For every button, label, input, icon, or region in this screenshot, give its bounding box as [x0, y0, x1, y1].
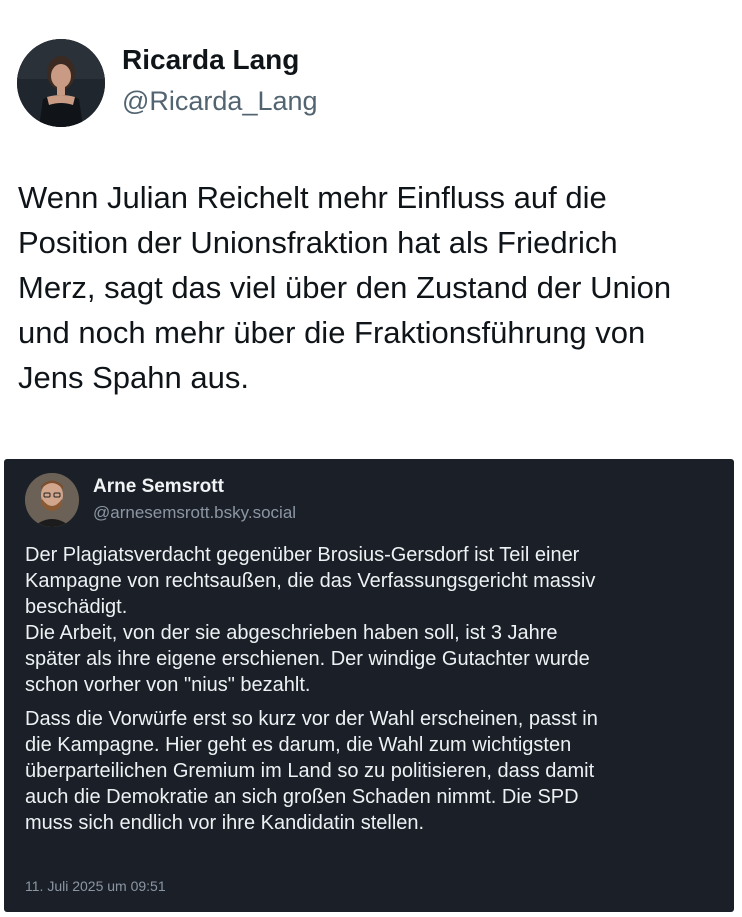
tweet: Ricarda Lang @Ricarda_Lang Wenn Julian R… [0, 0, 742, 917]
tweet-text-line: Wenn Julian Reichelt mehr Einfluss auf d… [18, 180, 607, 215]
quoted-text-line: Die Arbeit, von der sie abgeschrieben ha… [25, 622, 558, 644]
quoted-author-avatar [25, 473, 79, 527]
tweet-text-line: Jens Spahn aus. [18, 360, 249, 395]
quoted-author-handle: @arnesemsrott.bsky.social [93, 503, 297, 522]
tweet-text-line: und noch mehr über die Fraktionsführung … [18, 315, 646, 350]
quoted-post-date: 11. Juli 2025 um 09:51 [25, 878, 166, 894]
quoted-text-line: schon vorher von "nius" bezahlt. [25, 674, 311, 696]
quoted-text-line: beschädigt. [25, 596, 128, 618]
quoted-text-line: auch die Demokratie an sich großen Schad… [25, 786, 579, 808]
author-handle[interactable]: @Ricarda_Lang [122, 86, 318, 117]
quoted-text-line: überparteilichen Gremium im Land so zu p… [25, 760, 595, 782]
tweet-text: Wenn Julian Reichelt mehr Einfluss auf d… [18, 175, 738, 400]
quoted-text-line: die Kampagne. Hier geht es darum, die Wa… [25, 734, 572, 756]
quoted-text-line: muss sich endlich vor ihre Kandidatin st… [25, 812, 425, 834]
embedded-post-screenshot[interactable]: Arne Semsrott @arnesemsrott.bsky.social … [4, 459, 734, 912]
quoted-text-line: Der Plagiatsverdacht gegenüber Brosius-G… [25, 544, 580, 566]
quoted-text-line: später als ihre eigene erschienen. Der w… [25, 648, 590, 670]
avatar-photo [25, 473, 79, 527]
quoted-text-line: Dass die Vorwürfe erst so kurz vor der W… [25, 708, 598, 730]
tweet-text-line: Merz, sagt das viel über den Zustand der… [18, 270, 672, 305]
tweet-text-line: Position der Unionsfraktion hat als Frie… [18, 225, 618, 260]
quoted-author-name: Arne Semsrott [93, 476, 224, 497]
avatar-photo [17, 39, 105, 127]
avatar[interactable] [17, 39, 105, 127]
quoted-post-text: Der Plagiatsverdacht gegenüber Brosius-G… [25, 542, 730, 836]
quoted-text-line: Kampagne von rechtsaußen, die das Verfas… [25, 570, 596, 592]
author-name[interactable]: Ricarda Lang [122, 44, 299, 76]
